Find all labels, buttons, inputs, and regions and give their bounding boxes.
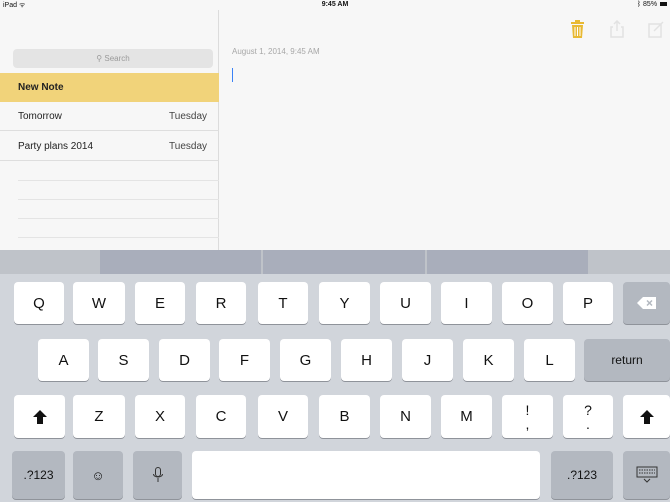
key-top-char: ? — [584, 401, 592, 418]
shift-key-right[interactable] — [623, 395, 670, 438]
exclamation-comma-key[interactable]: ! , — [502, 395, 553, 438]
note-title: Party plans 2014 — [18, 141, 94, 152]
text-cursor — [232, 68, 233, 82]
key-o[interactable]: O — [502, 282, 553, 324]
numbers-key-right[interactable]: .?123 — [551, 451, 613, 499]
key-m[interactable]: M — [441, 395, 492, 438]
key-a[interactable]: A — [38, 339, 89, 381]
key-r[interactable]: R — [196, 282, 246, 324]
key-u[interactable]: U — [380, 282, 431, 324]
key-h[interactable]: H — [341, 339, 392, 381]
microphone-icon — [152, 467, 163, 482]
key-b[interactable]: B — [319, 395, 370, 438]
note-date: Tuesday — [169, 141, 207, 152]
emoji-icon: ☺ — [91, 467, 105, 483]
search-placeholder: Search — [104, 54, 130, 63]
battery-percent: 85% — [643, 1, 658, 8]
shift-icon — [639, 409, 654, 424]
shift-key-left[interactable] — [14, 395, 65, 438]
numbers-key-left[interactable]: .?123 — [12, 451, 65, 499]
list-divider — [18, 218, 219, 219]
suggestion-slot[interactable] — [100, 250, 261, 274]
hide-keyboard-key[interactable] — [623, 451, 670, 499]
status-time: 9:45 AM — [321, 1, 349, 8]
note-title: Tomorrow — [18, 111, 62, 122]
search-field[interactable]: ⚲ Search — [13, 49, 213, 68]
key-n[interactable]: N — [380, 395, 431, 438]
battery-icon — [660, 2, 667, 7]
key-top-char: ! — [525, 401, 530, 418]
onscreen-keyboard: Q W E R T Y U I O P A S D F G H J K L re… — [0, 274, 670, 502]
status-bar: iPad ᯤ 9:45 AM ᛒ 85% — [0, 0, 670, 10]
key-g[interactable]: G — [280, 339, 331, 381]
key-q[interactable]: Q — [14, 282, 64, 324]
backspace-key[interactable] — [623, 282, 670, 324]
list-divider — [18, 199, 219, 200]
key-y[interactable]: Y — [319, 282, 370, 324]
key-f[interactable]: F — [219, 339, 270, 381]
key-bottom-char: , — [525, 415, 530, 432]
key-p[interactable]: P — [563, 282, 613, 324]
bluetooth-icon: ᛒ — [636, 1, 642, 8]
question-period-key[interactable]: ? . — [563, 395, 613, 438]
note-datestamp: August 1, 2014, 9:45 AM — [232, 47, 320, 56]
emoji-key[interactable]: ☺ — [73, 451, 123, 499]
backspace-icon — [636, 297, 656, 309]
suggestion-slot[interactable] — [427, 250, 588, 274]
key-k[interactable]: K — [463, 339, 514, 381]
note-title: New Note — [18, 82, 64, 93]
battery-status: ᛒ 85% — [637, 1, 667, 8]
list-divider — [18, 237, 219, 238]
dictation-key[interactable] — [133, 451, 182, 499]
key-x[interactable]: X — [135, 395, 185, 438]
key-bottom-char: . — [586, 415, 590, 432]
return-key[interactable]: return — [584, 339, 670, 381]
keyboard-dismiss-icon — [636, 466, 657, 483]
trash-icon[interactable] — [571, 20, 584, 38]
key-d[interactable]: D — [159, 339, 210, 381]
note-item-party-plans[interactable]: Party plans 2014 Tuesday — [0, 132, 219, 161]
key-i[interactable]: I — [441, 282, 492, 324]
space-bar[interactable] — [192, 451, 540, 499]
note-date: Tuesday — [169, 111, 207, 122]
key-t[interactable]: T — [258, 282, 308, 324]
suggestion-slot[interactable] — [263, 250, 425, 274]
compose-icon[interactable] — [648, 20, 664, 38]
key-j[interactable]: J — [402, 339, 453, 381]
search-icon: ⚲ — [96, 54, 103, 63]
note-editor[interactable]: August 1, 2014, 9:45 AM — [220, 10, 670, 250]
key-w[interactable]: W — [73, 282, 125, 324]
key-l[interactable]: L — [524, 339, 575, 381]
list-divider — [18, 180, 219, 181]
key-z[interactable]: Z — [73, 395, 125, 438]
key-e[interactable]: E — [135, 282, 185, 324]
shift-icon — [32, 409, 47, 424]
key-c[interactable]: C — [196, 395, 246, 438]
key-v[interactable]: V — [258, 395, 308, 438]
note-item-tomorrow[interactable]: Tomorrow Tuesday — [0, 102, 219, 131]
key-s[interactable]: S — [98, 339, 149, 381]
notes-app: iPad ᯤ 9:45 AM ᛒ 85% ⚲ Search New Note T… — [0, 0, 670, 502]
share-icon[interactable] — [610, 20, 624, 38]
note-item-new-note[interactable]: New Note — [0, 73, 219, 102]
notes-sidebar: ⚲ Search New Note Tomorrow Tuesday Party… — [0, 10, 219, 250]
suggestion-bar — [0, 250, 670, 274]
